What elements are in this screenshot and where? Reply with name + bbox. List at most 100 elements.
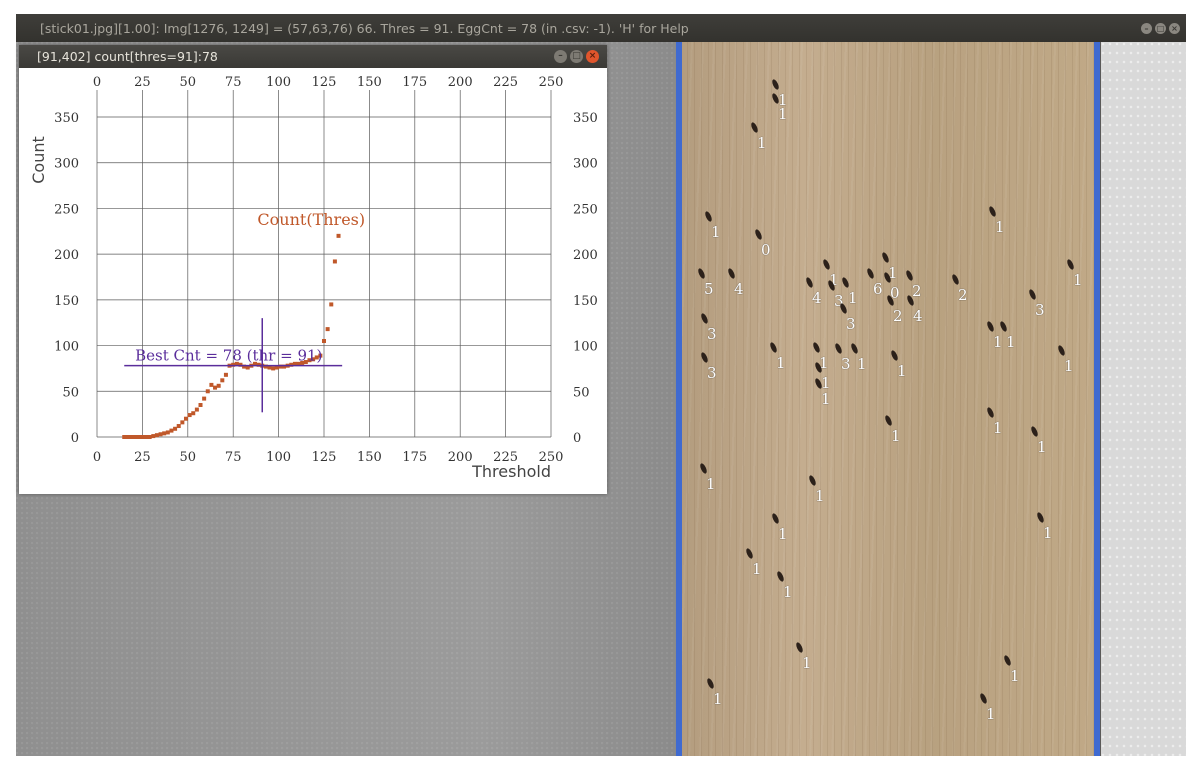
data-point [325, 327, 330, 332]
egg-count-label: 1 [1073, 271, 1083, 289]
close-icon[interactable]: × [1169, 23, 1180, 34]
data-point [322, 339, 326, 343]
data-point [173, 426, 178, 431]
egg-count-label: 1 [757, 134, 767, 152]
x-tick-label-top: 75 [225, 75, 242, 90]
main-window-title: [stick01.jpg][1.00]: Img[1276, 1249] = (… [40, 21, 689, 36]
data-point [183, 416, 188, 421]
maximize-icon[interactable]: □ [1155, 23, 1166, 34]
minimize-icon[interactable]: – [1141, 23, 1152, 34]
y-tick-label-right: 350 [573, 111, 598, 126]
x-tick-label-bottom: 125 [312, 450, 337, 465]
egg-count-label: 1 [891, 427, 901, 445]
x-tick-label-bottom: 25 [134, 450, 151, 465]
data-point [151, 434, 156, 439]
y-tick-label-right: 0 [573, 431, 581, 446]
data-point [147, 435, 152, 439]
egg-count-label: 1 [848, 289, 858, 307]
x-tick-label-top: 250 [539, 75, 564, 90]
y-tick-label-right: 50 [573, 385, 590, 400]
egg-count-label: 1 [1064, 357, 1074, 375]
egg-count-label: 0 [761, 241, 771, 259]
y-tick-label-left: 200 [54, 248, 79, 263]
plot-titlebar[interactable]: [91,402] count[thres=91]:78 – □ × [19, 45, 607, 68]
egg-count-label: 1 [815, 487, 825, 505]
main-window-controls: – □ × [1141, 23, 1180, 34]
egg-count-label: 4 [913, 307, 923, 325]
egg-count-label: 6 [873, 280, 883, 298]
egg-count-label: 1 [776, 354, 786, 372]
x-axis-label: Threshold [471, 462, 551, 481]
x-tick-label-bottom: 50 [180, 450, 197, 465]
data-point [136, 435, 141, 439]
maximize-icon[interactable]: □ [570, 50, 583, 63]
x-tick-label-bottom: 75 [225, 450, 242, 465]
y-axis-label: Count [29, 136, 48, 184]
egg-count-label: 1 [783, 583, 793, 601]
egg-count-label: 1 [821, 390, 831, 408]
egg-count-label: 1 [1043, 524, 1053, 542]
data-point [133, 435, 138, 439]
data-point [220, 378, 225, 383]
egg-count-label: 1 [713, 690, 723, 708]
x-tick-label-top: 225 [493, 75, 518, 90]
egg-count-label: 1 [711, 223, 721, 241]
egg-count-label: 1 [993, 333, 1003, 351]
data-point [332, 259, 337, 264]
series-legend-label: Count(Thres) [257, 210, 365, 229]
data-point [198, 403, 203, 407]
egg-count-label: 2 [893, 307, 903, 325]
data-point [122, 435, 127, 439]
main-titlebar[interactable]: [stick01.jpg][1.00]: Img[1276, 1249] = (… [16, 14, 1186, 42]
data-point [202, 396, 207, 401]
y-tick-label-left: 100 [54, 340, 79, 355]
y-tick-label-right: 150 [573, 294, 598, 309]
sticky-trap-stick[interactable] [680, 42, 1094, 756]
data-point [216, 383, 221, 388]
x-tick-label-top: 175 [402, 75, 427, 90]
x-tick-label-bottom: 100 [266, 450, 291, 465]
x-tick-label-top: 100 [266, 75, 291, 90]
egg-count-label: 3 [841, 355, 851, 373]
egg-count-label: 1 [706, 475, 716, 493]
x-tick-label-top: 25 [134, 75, 151, 90]
egg-count-label: 1 [995, 218, 1005, 236]
x-tick-label-top: 150 [357, 75, 382, 90]
data-point [209, 382, 214, 387]
egg-count-label: 3 [846, 315, 856, 333]
plot-window[interactable]: [91,402] count[thres=91]:78 – □ × 0 0 25 25… [19, 45, 607, 494]
data-point [125, 435, 130, 439]
x-tick-label-top: 125 [312, 75, 337, 90]
minimize-icon[interactable]: – [554, 50, 567, 63]
x-tick-label-top: 0 [93, 75, 101, 90]
egg-count-label: 4 [812, 289, 822, 307]
egg-count-label: 1 [778, 525, 788, 543]
stick-border-right [1094, 42, 1100, 756]
data-point [140, 435, 145, 439]
close-icon[interactable]: × [586, 50, 599, 63]
egg-count-label: 5 [704, 280, 714, 298]
x-tick-label-top: 200 [448, 75, 473, 90]
data-point [176, 424, 181, 429]
count-threshold-chart[interactable]: 0 0 25 25 50 50 75 75 100 100 125 125 150 150 175 175 20… [19, 68, 607, 494]
x-tick-label-top: 50 [180, 75, 197, 90]
data-point [194, 407, 199, 412]
egg-count-label: 1 [1037, 438, 1047, 456]
y-tick-label-left: 250 [54, 202, 79, 217]
x-tick-label-bottom: 175 [402, 450, 427, 465]
egg-count-label: 3 [707, 364, 717, 382]
egg-count-label: 4 [734, 280, 744, 298]
data-point [158, 432, 163, 437]
x-tick-label-bottom: 0 [93, 450, 101, 465]
data-point [180, 420, 185, 425]
data-point [336, 233, 341, 238]
data-point [223, 372, 228, 377]
data-point [165, 430, 170, 435]
data-point [169, 428, 174, 433]
best-count-annotation: Best Cnt = 78 (thr = 91) [135, 347, 322, 365]
wall-background [1101, 42, 1186, 756]
egg-count-label: 1 [1010, 667, 1020, 685]
y-tick-label-right: 100 [573, 340, 598, 355]
egg-count-label: 2 [958, 286, 968, 304]
y-tick-label-left: 150 [54, 294, 79, 309]
